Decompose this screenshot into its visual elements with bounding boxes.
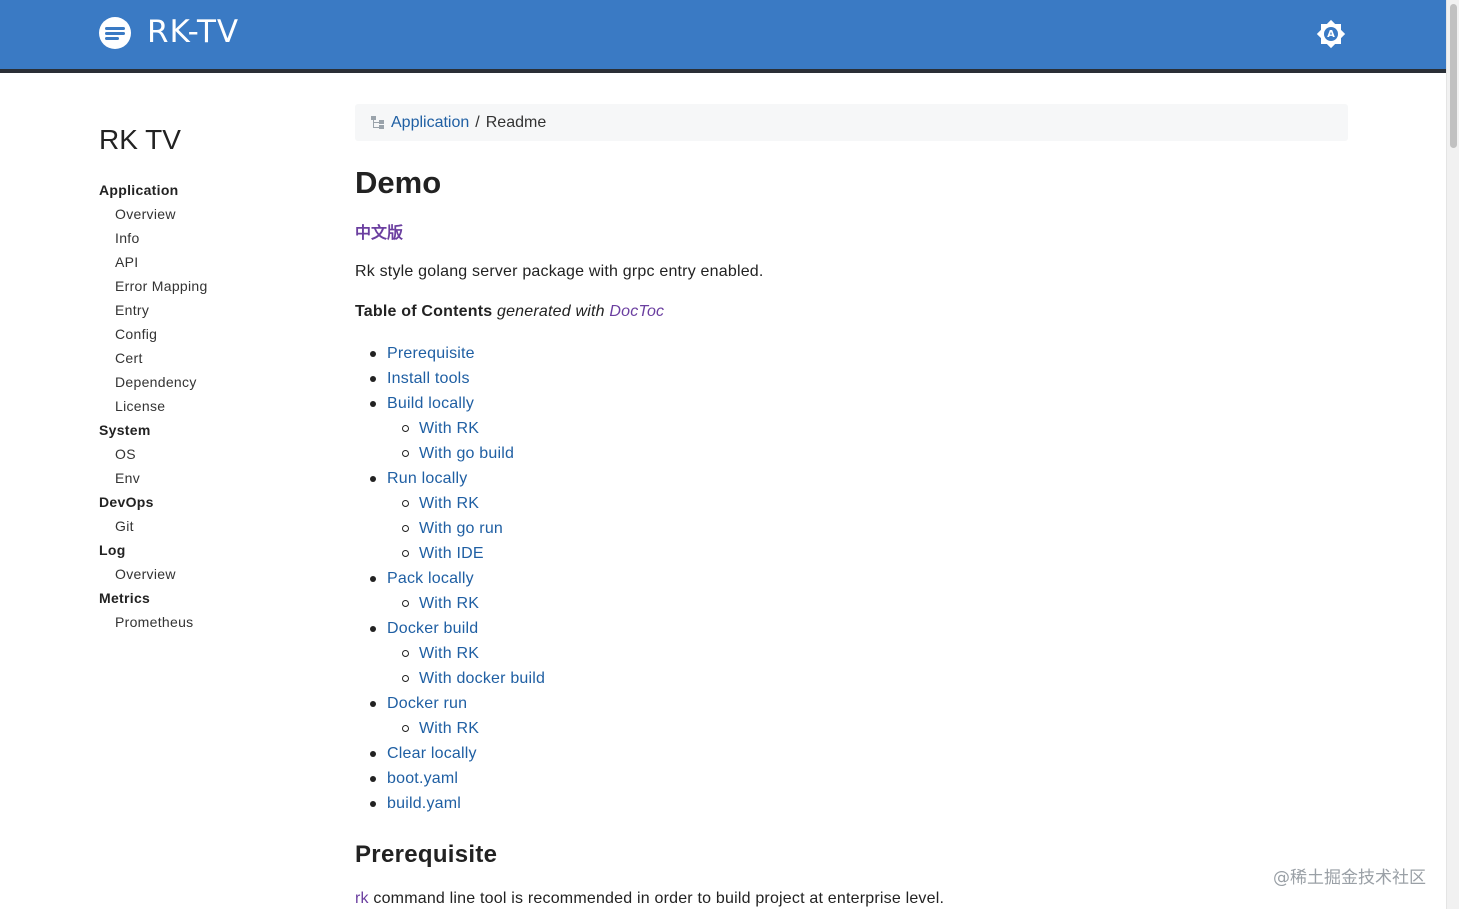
toc-link-with-ide[interactable]: With IDE [419, 545, 484, 562]
sidebar-item-git[interactable]: Git [99, 514, 319, 538]
sidebar-group-log[interactable]: Log [99, 538, 319, 562]
sidebar-item-config[interactable]: Config [99, 322, 319, 346]
menu-logo-icon[interactable] [99, 17, 131, 49]
doctoc-link[interactable]: DocToc [609, 303, 664, 320]
breadcrumb-separator: / [475, 113, 480, 131]
sidebar-item-license[interactable]: License [99, 394, 319, 418]
toc-link-with-rk[interactable]: With RK [419, 645, 479, 662]
page-title: Demo [355, 165, 442, 200]
sidebar-title: RK TV [99, 124, 181, 155]
top-header: RK-TV A [0, 0, 1446, 73]
toc-link-docker-run[interactable]: Docker run [387, 695, 467, 712]
breadcrumb: Application / Readme [355, 104, 1348, 141]
description-text: Rk style golang server package with grpc… [355, 263, 764, 280]
toc-item: With RK [355, 591, 1348, 616]
toc-link-with-rk[interactable]: With RK [419, 420, 479, 437]
toc-link-build-locally[interactable]: Build locally [387, 395, 474, 412]
sidebar-item-dependency[interactable]: Dependency [99, 370, 319, 394]
main-content: Application / Readme Demo 中文版 Rk style g… [355, 104, 1348, 908]
section-title-prerequisite: Prerequisite [355, 841, 498, 868]
theme-toggle-button[interactable]: A [1314, 17, 1348, 51]
toc-item: With IDE [355, 541, 1348, 566]
sidebar-item-info[interactable]: Info [99, 226, 319, 250]
watermark: @稀土掘金技术社区 [1273, 868, 1426, 888]
toc-link-docker-build[interactable]: Docker build [387, 620, 478, 637]
brand-title[interactable]: RK-TV [147, 14, 239, 50]
toc-item: With RK [355, 416, 1348, 441]
sidebar-item-env[interactable]: Env [99, 466, 319, 490]
toc-item: With RK [355, 641, 1348, 666]
sidebar-item-os[interactable]: OS [99, 442, 319, 466]
sidebar-group-devops[interactable]: DevOps [99, 490, 319, 514]
sidebar-group-metrics[interactable]: Metrics [99, 586, 319, 610]
toc-item: build.yaml [355, 791, 1348, 816]
rk-link[interactable]: rk [355, 890, 369, 907]
toc-link-with-go-build[interactable]: With go build [419, 445, 514, 462]
toc-link-with-go-run[interactable]: With go run [419, 520, 503, 537]
toc-item: Docker build [355, 616, 1348, 641]
toc-link-pack-locally[interactable]: Pack locally [387, 570, 474, 587]
toc-item: With go build [355, 441, 1348, 466]
toc-label: Table of Contents [355, 303, 493, 320]
toc-item: Install tools [355, 366, 1348, 391]
toc-heading: Table of Contents generated with DocToc [355, 303, 1348, 321]
toc-link-with-rk[interactable]: With RK [419, 720, 479, 737]
toc-link-run-locally[interactable]: Run locally [387, 470, 467, 487]
toc-link-build-yaml[interactable]: build.yaml [387, 795, 461, 812]
sidebar-group-system[interactable]: System [99, 418, 319, 442]
breadcrumb-current: Readme [485, 113, 547, 131]
toc-link-boot-yaml[interactable]: boot.yaml [387, 770, 458, 787]
sidebar-group-application[interactable]: Application [99, 178, 319, 202]
toc-item: Prerequisite [355, 341, 1348, 366]
page-scrollbar[interactable] [1446, 0, 1459, 909]
sitemap-icon [371, 116, 385, 129]
sidebar-item-entry[interactable]: Entry [99, 298, 319, 322]
sidebar-item-error-mapping[interactable]: Error Mapping [99, 274, 319, 298]
toc-item: Pack locally [355, 566, 1348, 591]
toc-item: Run locally [355, 466, 1348, 491]
toc-item: Build locally [355, 391, 1348, 416]
sidebar-nav: RK TV Application Overview Info API Error Ma… [99, 124, 319, 634]
sidebar-item-overview[interactable]: Overview [99, 202, 319, 226]
toc-item: With RK [355, 716, 1348, 741]
toc-link-prerequisite[interactable]: Prerequisite [387, 345, 475, 362]
sidebar-item-api[interactable]: API [99, 250, 319, 274]
toc-generated-text: generated with [496, 303, 605, 320]
sidebar-item-prometheus[interactable]: Prometheus [99, 610, 319, 634]
toc-link-clear-locally[interactable]: Clear locally [387, 745, 477, 762]
sidebar-item-cert[interactable]: Cert [99, 346, 319, 370]
prerequisite-body: command line tool is recommended in orde… [368, 890, 945, 907]
table-of-contents: Prerequisite Install tools Build locally Wi… [355, 341, 1348, 816]
toc-item: With RK [355, 491, 1348, 516]
sidebar-item-overview[interactable]: Overview [99, 562, 319, 586]
toc-link-with-rk[interactable]: With RK [419, 495, 479, 512]
toc-item: Clear locally [355, 741, 1348, 766]
toc-item: boot.yaml [355, 766, 1348, 791]
prerequisite-text: rk command line tool is recommended in o… [355, 890, 1348, 908]
toc-link-with-rk[interactable]: With RK [419, 595, 479, 612]
toc-link-install-tools[interactable]: Install tools [387, 370, 470, 387]
toc-item: With docker build [355, 666, 1348, 691]
brightness-auto-icon: A [1324, 27, 1338, 41]
toc-item: With go run [355, 516, 1348, 541]
toc-item: Docker run [355, 691, 1348, 716]
chinese-version-link[interactable]: 中文版 [355, 219, 403, 243]
toc-link-with-docker-build[interactable]: With docker build [419, 670, 545, 687]
breadcrumb-application-link[interactable]: Application [391, 114, 469, 132]
scrollbar-thumb[interactable] [1450, 4, 1457, 148]
